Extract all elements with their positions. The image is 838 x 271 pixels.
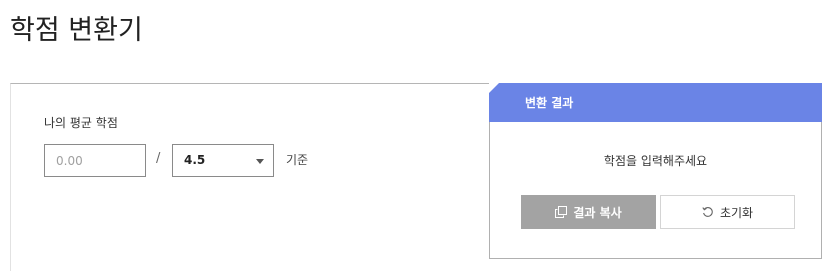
result-panel: 변환 결과 학점을 입력해주세요 결과 복사 초기화 [489, 83, 822, 259]
header-notch [489, 83, 499, 93]
result-title: 변환 결과 [525, 96, 574, 110]
page-title: 학점 변환기 [10, 15, 143, 46]
copy-icon [555, 206, 568, 218]
reset-icon [702, 206, 714, 218]
result-header: 변환 결과 [489, 83, 822, 122]
result-message: 학점을 입력해주세요 [603, 154, 708, 168]
gpa-label: 나의 평균 학점 [44, 116, 118, 130]
basis-label: 기준 [286, 153, 309, 167]
gpa-input[interactable] [44, 144, 146, 177]
scale-selected-value: 4.5 [184, 153, 206, 167]
chevron-down-icon [256, 159, 264, 164]
copy-button-label: 결과 복사 [573, 205, 622, 220]
reset-button[interactable]: 초기화 [660, 195, 795, 229]
scale-select[interactable]: 4.5 [172, 144, 274, 177]
reset-button-label: 초기화 [719, 205, 754, 220]
copy-result-button[interactable]: 결과 복사 [521, 195, 656, 229]
separator: / [156, 151, 161, 166]
